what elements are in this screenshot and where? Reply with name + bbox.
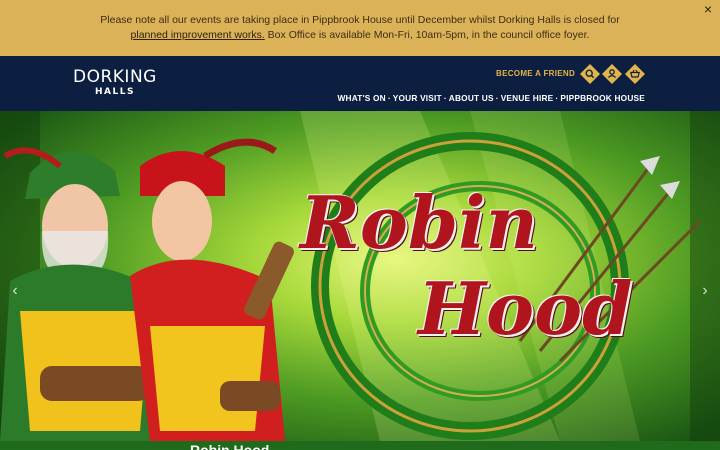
- logo-text-dorking: DORKING: [73, 67, 157, 87]
- become-a-friend-link[interactable]: BECOME A FRIEND: [496, 69, 575, 79]
- nav-venue-hire[interactable]: VENUE HIRE: [501, 93, 554, 103]
- notice-line1: Please note all our events are taking pl…: [100, 14, 620, 26]
- search-icon[interactable]: [580, 64, 600, 84]
- basket-icon[interactable]: [625, 64, 645, 84]
- hero-title-hood: Hood: [418, 266, 633, 351]
- nav-separator: ·: [495, 93, 499, 103]
- logo-text-halls: HALLS: [95, 87, 135, 97]
- notice-line2: Box Office is available Mon-Fri, 10am-5p…: [264, 29, 590, 41]
- nav-your-visit[interactable]: YOUR VISIT: [393, 93, 442, 103]
- notice-banner: Please note all our events are taking pl…: [0, 0, 720, 56]
- hero-carousel[interactable]: Robin Hood ‹ ›: [0, 111, 720, 441]
- carousel-next-icon[interactable]: ›: [698, 281, 712, 301]
- nav-pippbrook-house[interactable]: PIPPBROOK HOUSE: [560, 93, 645, 103]
- main-nav: WHAT'S ON · YOUR VISIT · ABOUT US · VENUE HIRE…: [338, 93, 646, 104]
- nav-whats-on[interactable]: WHAT'S ON: [338, 93, 386, 103]
- hero-title-robin: Robin: [300, 180, 538, 265]
- nav-separator: ·: [387, 93, 391, 103]
- nav-about-us[interactable]: ABOUT US: [449, 93, 494, 103]
- site-header: DORKING HALLS BECOME A FRIEND WHAT'S ON ·…: [0, 56, 720, 111]
- dorking-halls-logo[interactable]: DORKING HALLS: [73, 68, 163, 100]
- hero-caption-strip: Robin Hood: [0, 441, 720, 450]
- account-icon[interactable]: [602, 64, 622, 84]
- nav-separator: ·: [555, 93, 559, 103]
- close-icon[interactable]: ×: [700, 1, 716, 17]
- hero-caption-text: Robin Hood: [190, 442, 270, 450]
- carousel-prev-icon[interactable]: ‹: [8, 281, 22, 301]
- planned-works-link[interactable]: planned improvement works.: [131, 29, 265, 41]
- notice-text: Please note all our events are taking pl…: [0, 13, 720, 43]
- nav-separator: ·: [443, 93, 447, 103]
